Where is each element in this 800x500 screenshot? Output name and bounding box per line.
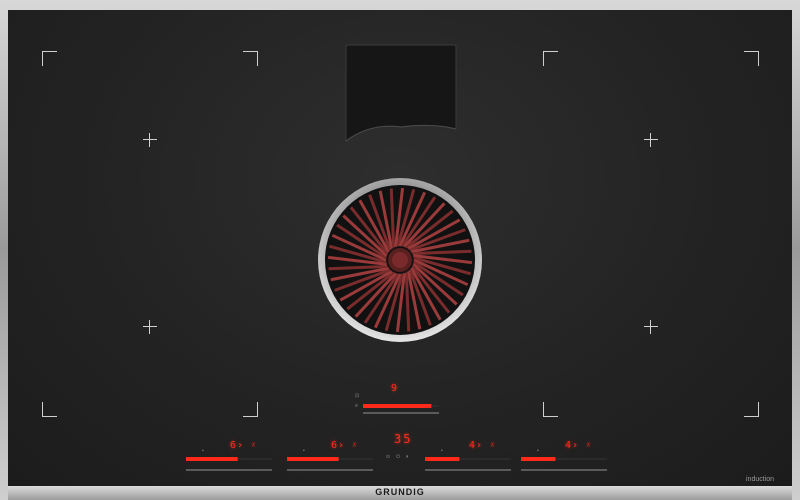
boost-icon[interactable]: ᵡ <box>252 440 256 451</box>
lock-icon[interactable]: ⊙ <box>386 454 390 460</box>
zone-rear-right-plus-icon[interactable] <box>644 133 658 147</box>
timer-display: 35 <box>394 432 413 446</box>
zone-control-front-center-left: 6› ᵡ • <box>287 440 375 480</box>
extractor-touch-strip[interactable] <box>363 411 439 415</box>
zone-level-display: 6› <box>331 440 346 451</box>
extractor-level-display: 9 <box>391 383 399 394</box>
zone-level-display: 4› <box>469 440 484 451</box>
zone-front-right-plus-icon[interactable] <box>644 320 658 334</box>
extractor-flap[interactable] <box>344 43 458 145</box>
zone-control-front-right: 4› ᵡ • <box>521 440 609 480</box>
extractor-vent-grille <box>318 178 482 342</box>
zone-touch-strip[interactable] <box>425 468 511 472</box>
zone-slider[interactable] <box>521 454 607 466</box>
zone-left-corner-marker-icon <box>42 51 57 66</box>
zone-control-front-center-right: 4› ᵡ • <box>425 440 513 480</box>
zone-right-corner-marker-icon <box>543 402 558 417</box>
zone-rear-left-plus-icon[interactable] <box>143 133 157 147</box>
zone-slider[interactable] <box>425 454 511 466</box>
zone-left-corner-marker-icon <box>42 402 57 417</box>
zone-slider-fill <box>186 457 238 461</box>
zone-control-front-left: 6› ᵡ • <box>186 440 274 480</box>
zone-touch-strip[interactable] <box>186 468 272 472</box>
zone-left-corner-marker-icon <box>243 402 258 417</box>
boost-icon[interactable]: ᵡ <box>491 440 495 451</box>
extractor-control: 9 ⊡ ≡ <box>355 383 445 423</box>
zone-front-left-plus-icon[interactable] <box>143 320 157 334</box>
zone-slider-fill <box>521 457 556 461</box>
induction-label: induction <box>746 476 775 483</box>
zone-slider[interactable] <box>186 454 272 466</box>
pause-icon[interactable]: ⏸ <box>406 454 409 460</box>
zone-left-corner-marker-icon <box>243 51 258 66</box>
zone-level-display: 6› <box>230 440 245 451</box>
zone-right-corner-marker-icon <box>744 51 759 66</box>
zone-touch-strip[interactable] <box>287 468 373 472</box>
zone-touch-strip[interactable] <box>521 468 607 472</box>
timer-control: 35 ⊙ ⏻ ⏸ <box>370 432 430 472</box>
boost-icon[interactable]: ᵡ <box>353 440 357 451</box>
power-icon[interactable]: ⏻ <box>396 454 400 460</box>
zone-right-corner-marker-icon <box>543 51 558 66</box>
zone-right-corner-marker-icon <box>744 402 759 417</box>
boost-icon[interactable]: ᵡ <box>587 440 591 451</box>
zone-slider[interactable] <box>287 454 373 466</box>
extractor-slider-fill <box>363 404 432 408</box>
extractor-fan-icon: ⊡ <box>355 393 360 399</box>
extractor-slider[interactable] <box>363 398 445 412</box>
extractor-mode-icon: ≡ <box>355 403 358 409</box>
zone-level-display: 4› <box>565 440 580 451</box>
zone-slider-fill <box>287 457 339 461</box>
zone-slider-fill <box>425 457 460 461</box>
brand-logo: GRUNDIG <box>375 487 425 497</box>
